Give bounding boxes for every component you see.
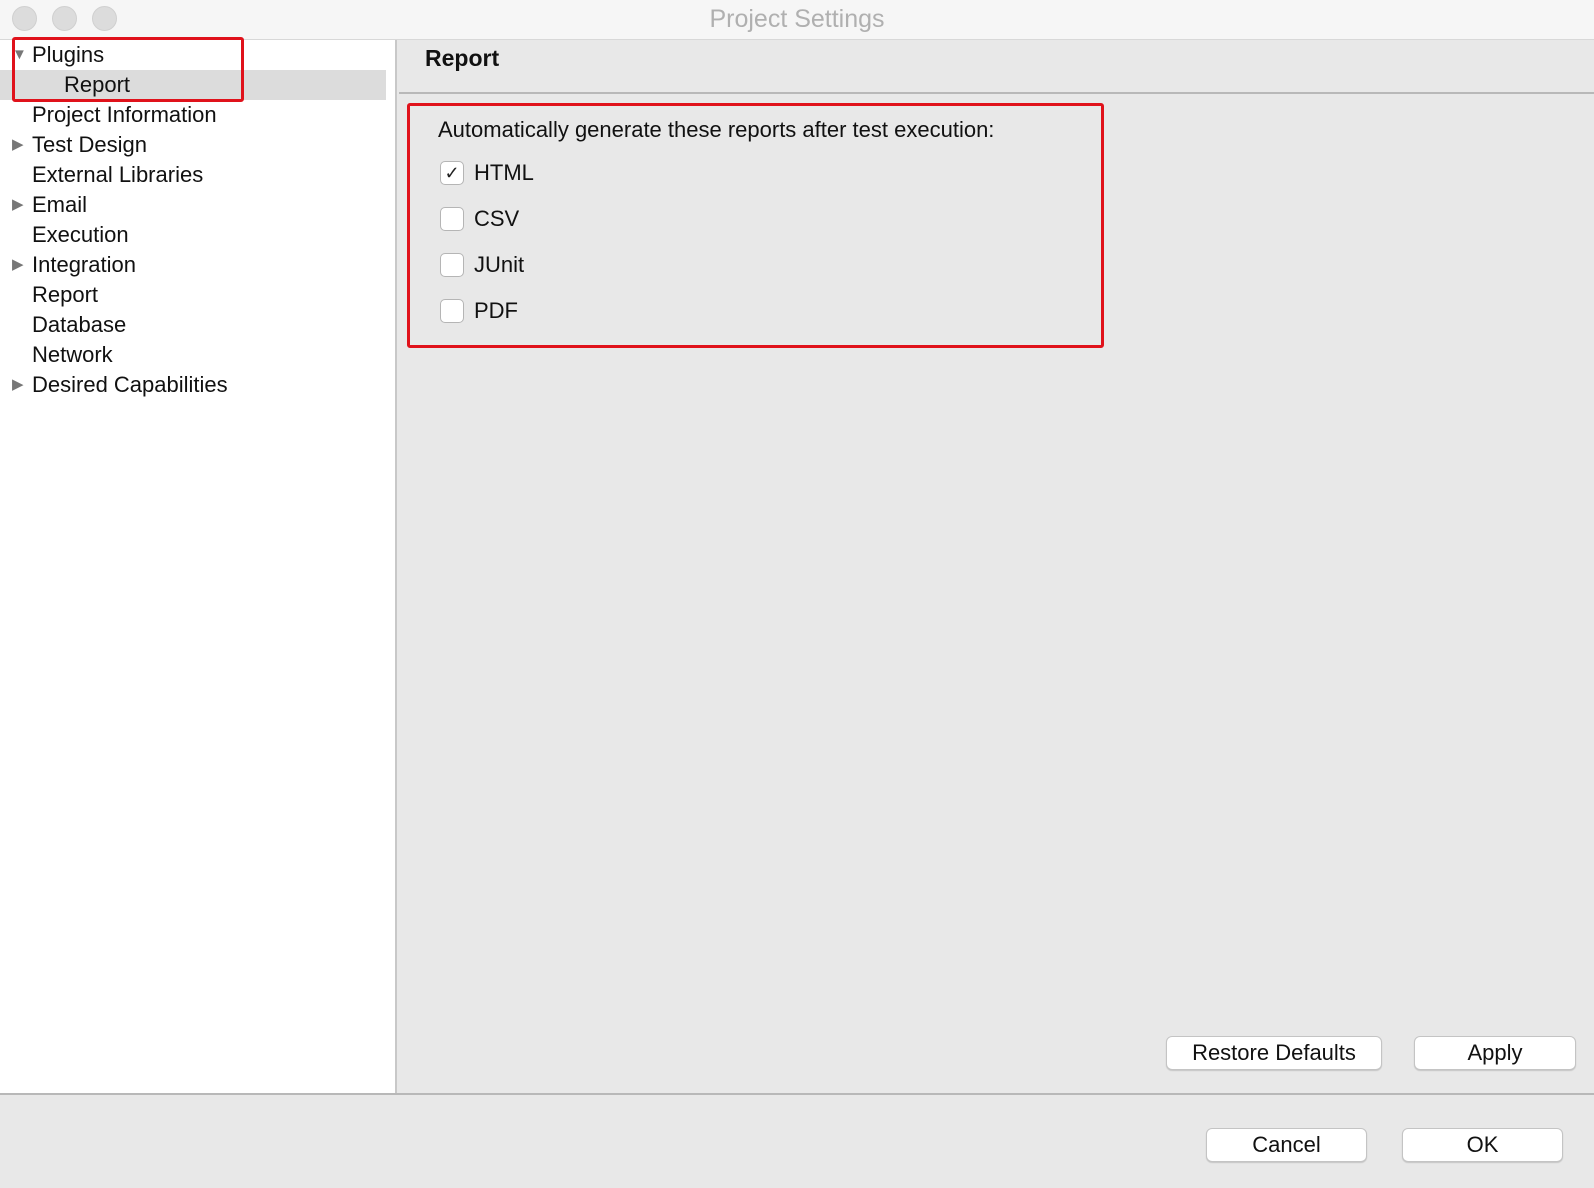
report-options-description: Automatically generate these reports aft… bbox=[438, 117, 995, 142]
tree-item-external-libraries[interactable]: External Libraries bbox=[0, 160, 386, 190]
tree-item-label: Network bbox=[32, 342, 113, 367]
cancel-button[interactable]: Cancel bbox=[1206, 1128, 1367, 1162]
tree-item-email[interactable]: ▶ Email bbox=[0, 190, 386, 220]
tree-item-label: Desired Capabilities bbox=[32, 372, 228, 397]
checkbox-label-html[interactable]: HTML bbox=[474, 160, 534, 186]
checkbox-label-csv[interactable]: CSV bbox=[474, 206, 519, 232]
checkmark-icon: ✓ bbox=[444, 163, 460, 183]
tree-item-label: Email bbox=[32, 192, 88, 217]
tree-item-label: External Libraries bbox=[32, 162, 204, 187]
apply-button[interactable]: Apply bbox=[1414, 1036, 1576, 1070]
checkbox-junit[interactable] bbox=[440, 253, 464, 277]
ok-button[interactable]: OK bbox=[1402, 1128, 1563, 1162]
tree-item-integration[interactable]: ▶ Integration bbox=[0, 250, 386, 280]
tree-item-network[interactable]: Network bbox=[0, 340, 386, 370]
tree-item-project-information[interactable]: Project Information bbox=[0, 100, 386, 130]
restore-defaults-button[interactable]: Restore Defaults bbox=[1166, 1036, 1382, 1070]
disclosure-collapsed-icon[interactable]: ▶ bbox=[12, 190, 24, 220]
checkbox-label-pdf[interactable]: PDF bbox=[474, 298, 518, 324]
page-title: Report bbox=[425, 45, 500, 71]
tree-item-desired-capabilities[interactable]: ▶ Desired Capabilities bbox=[0, 370, 386, 400]
settings-tree: ▼ Plugins Report Project Information ▶ Test D… bbox=[0, 40, 397, 1095]
highlight-box-plugins-report bbox=[12, 37, 244, 102]
tree-item-label: Database bbox=[32, 312, 127, 337]
tree-item-report[interactable]: Report bbox=[0, 280, 386, 310]
tree-item-label: Integration bbox=[32, 252, 136, 277]
tree-item-database[interactable]: Database bbox=[0, 310, 386, 340]
title-bar: Project Settings bbox=[0, 0, 1594, 40]
tree-item-execution[interactable]: Execution bbox=[0, 220, 386, 250]
tree-item-label: Execution bbox=[32, 222, 129, 247]
checkbox-html[interactable]: ✓ bbox=[440, 161, 464, 185]
tree-item-label: Report bbox=[32, 282, 99, 307]
checkbox-pdf[interactable] bbox=[440, 299, 464, 323]
tree-item-label: Test Design bbox=[32, 132, 147, 157]
footer-divider bbox=[0, 1093, 1594, 1095]
checkbox-csv[interactable] bbox=[440, 207, 464, 231]
checkbox-label-junit[interactable]: JUnit bbox=[474, 252, 524, 278]
disclosure-collapsed-icon[interactable]: ▶ bbox=[12, 370, 24, 400]
tree-item-test-design[interactable]: ▶ Test Design bbox=[0, 130, 386, 160]
disclosure-collapsed-icon[interactable]: ▶ bbox=[12, 130, 24, 160]
window-title: Project Settings bbox=[709, 5, 885, 33]
header-divider bbox=[399, 92, 1594, 94]
tree-item-label: Project Information bbox=[32, 102, 217, 127]
disclosure-collapsed-icon[interactable]: ▶ bbox=[12, 250, 24, 280]
